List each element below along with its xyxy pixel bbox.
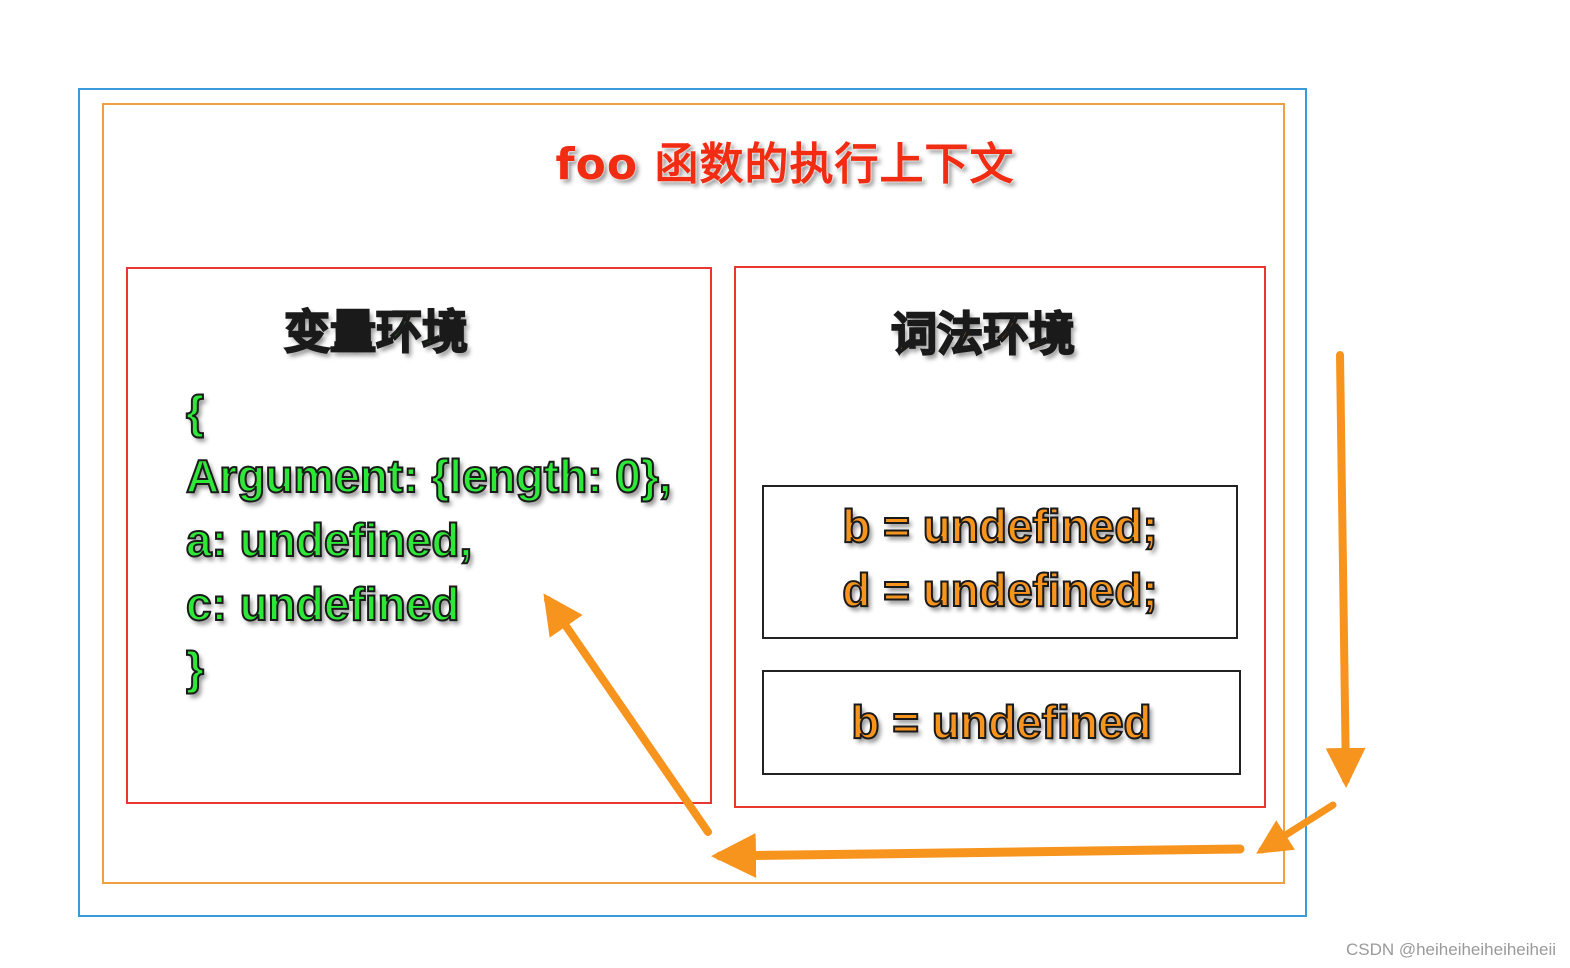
watermark: CSDN @heiheiheiheiheiheii xyxy=(1345,940,1556,959)
lookup-arrows xyxy=(543,351,1366,879)
arrow-left xyxy=(711,833,1245,879)
arrow-down xyxy=(1325,351,1366,788)
arrow-up-left xyxy=(543,593,712,836)
arrow-diagonal xyxy=(1256,801,1337,854)
